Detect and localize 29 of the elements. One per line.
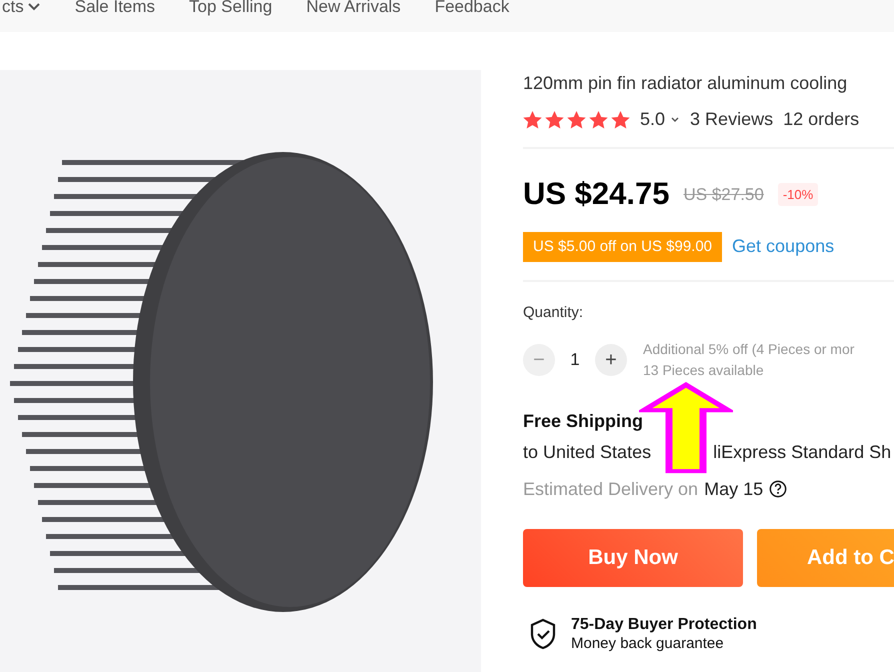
protection-title: 75-Day Buyer Protection xyxy=(571,616,757,632)
nav-link[interactable]: Top Selling xyxy=(189,0,272,14)
quantity-value: 1 xyxy=(569,348,581,371)
rating-value[interactable]: 5.0 xyxy=(640,106,680,133)
delivery-date: May 15 xyxy=(704,478,764,501)
product-title: 120mm pin fin radiator aluminum cooling xyxy=(523,72,848,95)
nav-link[interactable]: New Arrivals xyxy=(306,0,401,14)
price: US $24.75 xyxy=(523,175,670,213)
reviews-link[interactable]: 3 Reviews xyxy=(690,106,774,133)
help-icon[interactable] xyxy=(769,480,788,498)
discount-badge: -10% xyxy=(778,182,818,206)
delivery-label: Estimated Delivery on xyxy=(523,478,698,501)
nav-link[interactable]: Feedback xyxy=(434,0,510,14)
increase-button[interactable]: + xyxy=(595,344,627,376)
protection-text: Money back guarantee xyxy=(571,634,725,652)
orders-count: 12 orders xyxy=(783,108,860,131)
coupon-badge: US $5.00 off on US $99.00 xyxy=(523,232,722,262)
nav-link[interactable]: Sale Items xyxy=(74,0,156,14)
shipping-method: liExpress Standard Sh xyxy=(713,440,892,464)
shield-check-icon xyxy=(529,618,557,650)
original-price: US $27.50 xyxy=(684,184,764,206)
bulk-discount-note: Additional 5% off (4 Pieces or mor xyxy=(643,340,854,359)
quantity-label: Quantity: xyxy=(523,303,584,323)
shipping-title: Free Shipping xyxy=(523,410,644,433)
shipping-destination: to United States xyxy=(523,440,652,464)
chevron-down-icon xyxy=(670,116,680,124)
availability-text: 13 Pieces available xyxy=(643,360,765,380)
nav-link[interactable]: cts xyxy=(2,0,41,14)
get-coupons-link[interactable]: Get coupons xyxy=(732,233,834,260)
